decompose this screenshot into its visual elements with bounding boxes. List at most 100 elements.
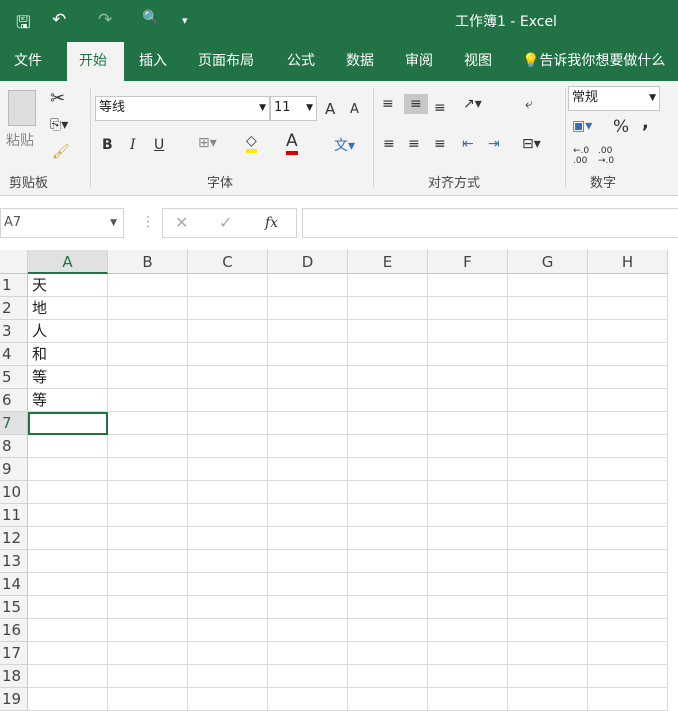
cell[interactable] xyxy=(428,366,508,389)
cell[interactable] xyxy=(428,389,508,412)
row-header[interactable]: 6 xyxy=(0,389,28,412)
print-preview-icon[interactable]: 🔍 xyxy=(142,10,159,26)
cell[interactable] xyxy=(428,274,508,297)
cell[interactable] xyxy=(428,458,508,481)
cell[interactable] xyxy=(188,320,268,343)
cell[interactable] xyxy=(28,688,108,711)
cell[interactable] xyxy=(108,343,188,366)
cell[interactable] xyxy=(588,527,668,550)
cell[interactable] xyxy=(188,573,268,596)
cell[interactable] xyxy=(428,688,508,711)
cell[interactable] xyxy=(588,435,668,458)
cell[interactable] xyxy=(428,642,508,665)
cell[interactable] xyxy=(108,481,188,504)
cell[interactable] xyxy=(268,504,348,527)
cell[interactable] xyxy=(508,366,588,389)
cell[interactable] xyxy=(348,389,428,412)
customize-qat-icon[interactable]: ▾ xyxy=(182,14,188,27)
enter-icon[interactable]: ✓ xyxy=(219,212,232,234)
cell[interactable] xyxy=(268,550,348,573)
row-header[interactable]: 13 xyxy=(0,550,28,573)
cell[interactable] xyxy=(588,320,668,343)
cell[interactable] xyxy=(428,435,508,458)
cell[interactable] xyxy=(188,343,268,366)
cell[interactable] xyxy=(188,297,268,320)
cell[interactable] xyxy=(428,665,508,688)
cell[interactable] xyxy=(28,573,108,596)
cell[interactable] xyxy=(508,504,588,527)
cell[interactable] xyxy=(508,274,588,297)
cell[interactable] xyxy=(508,412,588,435)
cell[interactable] xyxy=(28,550,108,573)
cell[interactable] xyxy=(508,550,588,573)
cell[interactable] xyxy=(108,366,188,389)
cell[interactable] xyxy=(428,412,508,435)
currency-icon[interactable]: ▣▾ xyxy=(572,118,592,134)
cell[interactable] xyxy=(188,550,268,573)
cell[interactable] xyxy=(268,435,348,458)
column-header[interactable]: F xyxy=(428,250,508,274)
insert-function-button[interactable]: fx xyxy=(265,212,278,234)
row-header[interactable]: 10 xyxy=(0,481,28,504)
cell[interactable] xyxy=(348,320,428,343)
cell[interactable] xyxy=(108,504,188,527)
cell[interactable] xyxy=(268,619,348,642)
increase-decimal-icon[interactable]: ←.0.00 xyxy=(573,146,589,166)
cell[interactable] xyxy=(508,458,588,481)
cell[interactable] xyxy=(188,458,268,481)
cell[interactable] xyxy=(588,458,668,481)
cell[interactable] xyxy=(268,596,348,619)
cell[interactable] xyxy=(348,642,428,665)
decrease-decimal-icon[interactable]: .00 →.0 xyxy=(598,146,614,166)
row-header[interactable]: 7 xyxy=(0,412,28,435)
cell[interactable] xyxy=(108,435,188,458)
cell[interactable] xyxy=(428,596,508,619)
font-name-select[interactable]: 等线 ▼ xyxy=(95,96,270,121)
cell[interactable] xyxy=(188,619,268,642)
select-all-button[interactable] xyxy=(0,250,28,274)
cell[interactable] xyxy=(508,343,588,366)
underline-button[interactable]: U xyxy=(154,137,164,153)
active-cell[interactable] xyxy=(28,412,108,435)
cell[interactable] xyxy=(108,596,188,619)
cancel-icon[interactable]: ✕ xyxy=(175,212,188,234)
tab-insert[interactable]: 插入 xyxy=(127,42,179,81)
cell[interactable] xyxy=(268,527,348,550)
cell[interactable] xyxy=(428,320,508,343)
column-header[interactable]: G xyxy=(508,250,588,274)
cell[interactable] xyxy=(428,481,508,504)
cell[interactable] xyxy=(588,619,668,642)
cell[interactable] xyxy=(268,665,348,688)
cell[interactable] xyxy=(508,389,588,412)
cell[interactable] xyxy=(28,665,108,688)
cell[interactable] xyxy=(188,435,268,458)
cell[interactable] xyxy=(428,527,508,550)
row-header[interactable]: 5 xyxy=(0,366,28,389)
cell[interactable] xyxy=(188,274,268,297)
cell[interactable] xyxy=(268,481,348,504)
cell[interactable] xyxy=(428,343,508,366)
column-header[interactable]: B xyxy=(108,250,188,274)
align-center-icon[interactable]: ≡ xyxy=(408,136,420,152)
row-header[interactable]: 15 xyxy=(0,596,28,619)
cell[interactable] xyxy=(28,642,108,665)
cell[interactable] xyxy=(588,366,668,389)
cell[interactable] xyxy=(188,665,268,688)
grow-font-icon[interactable]: A xyxy=(325,100,335,118)
align-left-icon[interactable]: ≡ xyxy=(383,136,395,152)
cell[interactable] xyxy=(188,389,268,412)
merge-center-icon[interactable]: ⊟▾ xyxy=(522,136,541,152)
cell[interactable] xyxy=(28,504,108,527)
cell[interactable] xyxy=(108,550,188,573)
format-painter-icon[interactable]: 🖌 xyxy=(52,144,70,160)
cell[interactable] xyxy=(588,573,668,596)
cell[interactable] xyxy=(348,504,428,527)
cell[interactable] xyxy=(348,688,428,711)
column-header[interactable]: C xyxy=(188,250,268,274)
cell[interactable] xyxy=(108,573,188,596)
cell[interactable] xyxy=(28,527,108,550)
cell[interactable] xyxy=(268,688,348,711)
column-header[interactable]: E xyxy=(348,250,428,274)
column-header[interactable]: D xyxy=(268,250,348,274)
cell[interactable] xyxy=(588,550,668,573)
